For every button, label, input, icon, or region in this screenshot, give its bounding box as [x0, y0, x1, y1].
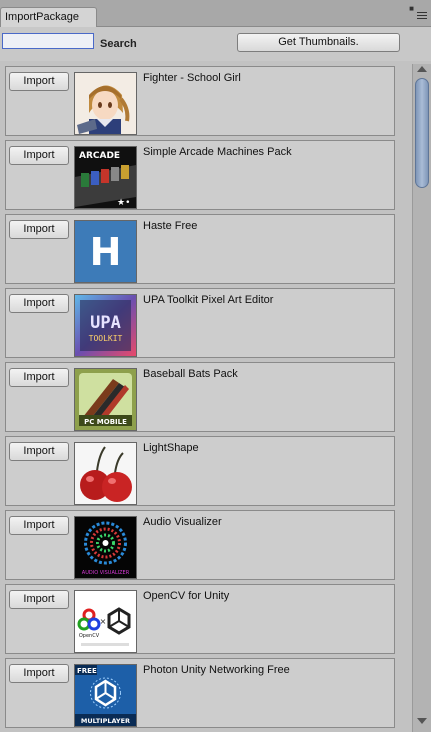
- package-name: LightShape: [143, 442, 199, 454]
- list-item: Import ARCADE ★• Simple Arcade Machines …: [5, 140, 395, 210]
- window-titlebar: ImportPackage ■: [0, 0, 431, 27]
- import-button[interactable]: Import: [9, 220, 69, 239]
- menu-icon[interactable]: [417, 12, 427, 21]
- import-button[interactable]: Import: [9, 664, 69, 683]
- list-item: Import AUDIO VISUALIZER Audio Visualizer: [5, 510, 395, 580]
- package-name: Baseball Bats Pack: [143, 368, 238, 380]
- window-controls[interactable]: ■: [406, 3, 428, 23]
- tab-importpackage[interactable]: ImportPackage: [0, 7, 97, 27]
- scroll-up-arrow-icon[interactable]: [417, 66, 427, 72]
- import-button[interactable]: Import: [9, 590, 69, 609]
- svg-text:UPA: UPA: [90, 313, 121, 333]
- list-item: Import PC MOBILE Baseball Bats Pack: [5, 362, 395, 432]
- import-button[interactable]: Import: [9, 72, 69, 91]
- toolbar: Search Get Thumbnails.: [0, 27, 431, 61]
- search-label: Search: [100, 38, 137, 50]
- import-button[interactable]: Import: [9, 368, 69, 387]
- svg-text:FREE: FREE: [77, 667, 97, 675]
- scroll-down-arrow-icon[interactable]: [417, 718, 427, 724]
- opencv-unity-thumbnail: OpenCV ×: [74, 590, 137, 653]
- svg-text:PC MOBILE: PC MOBILE: [84, 418, 127, 426]
- svg-text:MULTIPLAYER: MULTIPLAYER: [81, 717, 130, 725]
- import-button[interactable]: Import: [9, 516, 69, 535]
- maximize-icon[interactable]: ■: [409, 5, 414, 13]
- cherries-thumbnail: [74, 442, 137, 505]
- package-name: Fighter - School Girl: [143, 72, 241, 84]
- import-button[interactable]: Import: [9, 294, 69, 313]
- list-item: Import UPA TOOLKIT UPA Toolkit Pixel Art…: [5, 288, 395, 358]
- svg-text:AUDIO VISUALIZER: AUDIO VISUALIZER: [82, 570, 130, 576]
- package-name: Simple Arcade Machines Pack: [143, 146, 292, 158]
- audio-visualizer-thumbnail: AUDIO VISUALIZER: [74, 516, 137, 579]
- svg-text:H: H: [90, 230, 122, 274]
- list-item: Import Fighter - School Girl: [5, 66, 395, 136]
- upa-toolkit-thumbnail: UPA TOOLKIT: [74, 294, 137, 357]
- arcade-machines-thumbnail: ARCADE ★•: [74, 146, 137, 209]
- package-name: Audio Visualizer: [143, 516, 222, 528]
- svg-text:★•: ★•: [117, 198, 130, 208]
- search-input[interactable]: [2, 33, 94, 49]
- package-name: OpenCV for Unity: [143, 590, 230, 602]
- package-name: Photon Unity Networking Free: [143, 664, 290, 676]
- list-item: Import H Haste Free: [5, 214, 395, 284]
- get-thumbnails-button[interactable]: Get Thumbnails.: [237, 33, 400, 52]
- photon-multiplayer-thumbnail: FREE MULTIPLAYER: [74, 664, 137, 727]
- package-name: UPA Toolkit Pixel Art Editor: [143, 294, 274, 306]
- vertical-scrollbar[interactable]: [412, 64, 431, 732]
- list-item: Import LightShape: [5, 436, 395, 506]
- package-name: Haste Free: [143, 220, 198, 232]
- baseball-bats-thumbnail: PC MOBILE: [74, 368, 137, 431]
- import-button[interactable]: Import: [9, 442, 69, 461]
- letter-h-thumbnail: H: [74, 220, 137, 283]
- anime-girl-thumbnail: [74, 72, 137, 135]
- svg-text:OpenCV: OpenCV: [79, 633, 100, 639]
- package-list: Import Fighter - School Girl Import ARCA…: [0, 64, 410, 732]
- svg-text:×: ×: [100, 617, 107, 626]
- svg-text:TOOLKIT: TOOLKIT: [89, 334, 123, 343]
- scroll-thumb[interactable]: [415, 78, 429, 188]
- svg-text:ARCADE: ARCADE: [79, 151, 120, 161]
- list-item: Import FREE MULTIPLAYER Photon Unity Net…: [5, 658, 395, 728]
- list-item: Import OpenCV × OpenCV for Unity: [5, 584, 395, 654]
- import-button[interactable]: Import: [9, 146, 69, 165]
